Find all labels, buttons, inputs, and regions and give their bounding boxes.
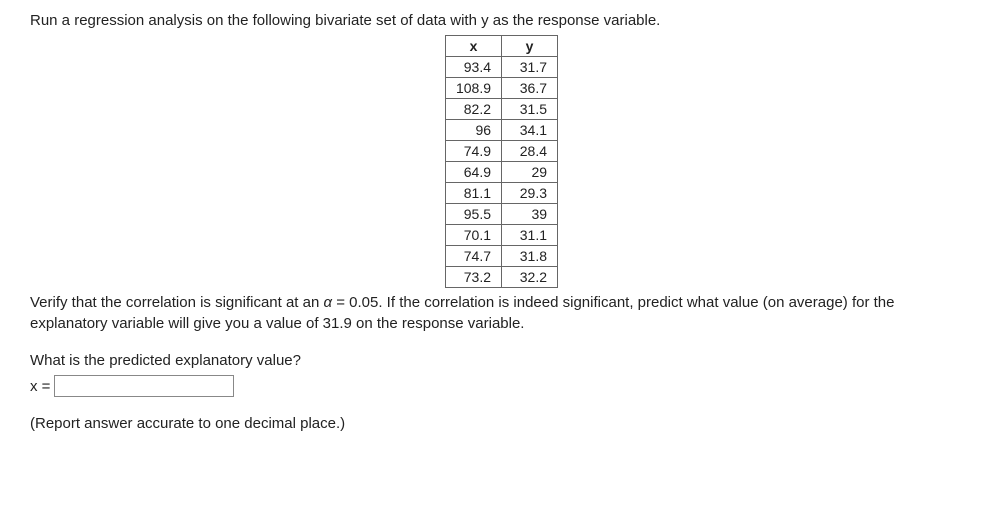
- table-row: 74.731.8: [445, 246, 557, 267]
- cell-y: 29.3: [502, 183, 558, 204]
- answer-input[interactable]: [54, 375, 234, 397]
- cell-x: 95.5: [445, 204, 501, 225]
- header-x: x: [445, 36, 501, 57]
- report-hint: (Report answer accurate to one decimal p…: [30, 415, 973, 432]
- cell-y: 31.8: [502, 246, 558, 267]
- data-table: x y 93.431.7 108.936.7 82.231.5 9634.1 7…: [445, 35, 558, 288]
- cell-x: 93.4: [445, 57, 501, 78]
- table-row: 64.929: [445, 162, 557, 183]
- cell-x: 64.9: [445, 162, 501, 183]
- cell-y: 32.2: [502, 267, 558, 288]
- cell-x: 82.2: [445, 99, 501, 120]
- alpha-symbol: α: [324, 294, 333, 311]
- cell-y: 39: [502, 204, 558, 225]
- table-row: 9634.1: [445, 120, 557, 141]
- cell-y: 31.5: [502, 99, 558, 120]
- cell-x: 74.7: [445, 246, 501, 267]
- verify-text: Verify that the correlation is significa…: [30, 292, 973, 334]
- table-row: 73.232.2: [445, 267, 557, 288]
- table-row: 82.231.5: [445, 99, 557, 120]
- table-row: 93.431.7: [445, 57, 557, 78]
- table-body: 93.431.7 108.936.7 82.231.5 9634.1 74.92…: [445, 57, 557, 288]
- table-row: 95.539: [445, 204, 557, 225]
- cell-x: 70.1: [445, 225, 501, 246]
- question-text: What is the predicted explanatory value?: [30, 352, 973, 369]
- cell-x: 73.2: [445, 267, 501, 288]
- cell-x: 74.9: [445, 141, 501, 162]
- table-row: 81.129.3: [445, 183, 557, 204]
- table-row: 74.928.4: [445, 141, 557, 162]
- table-row: 108.936.7: [445, 78, 557, 99]
- intro-text: Run a regression analysis on the followi…: [30, 12, 973, 29]
- cell-y: 31.7: [502, 57, 558, 78]
- table-row: 70.131.1: [445, 225, 557, 246]
- cell-y: 29: [502, 162, 558, 183]
- cell-x: 81.1: [445, 183, 501, 204]
- cell-x: 96: [445, 120, 501, 141]
- cell-y: 28.4: [502, 141, 558, 162]
- cell-y: 31.1: [502, 225, 558, 246]
- verify-pre: Verify that the correlation is significa…: [30, 294, 324, 311]
- cell-x: 108.9: [445, 78, 501, 99]
- answer-label: x =: [30, 378, 50, 395]
- cell-y: 36.7: [502, 78, 558, 99]
- header-y: y: [502, 36, 558, 57]
- cell-y: 34.1: [502, 120, 558, 141]
